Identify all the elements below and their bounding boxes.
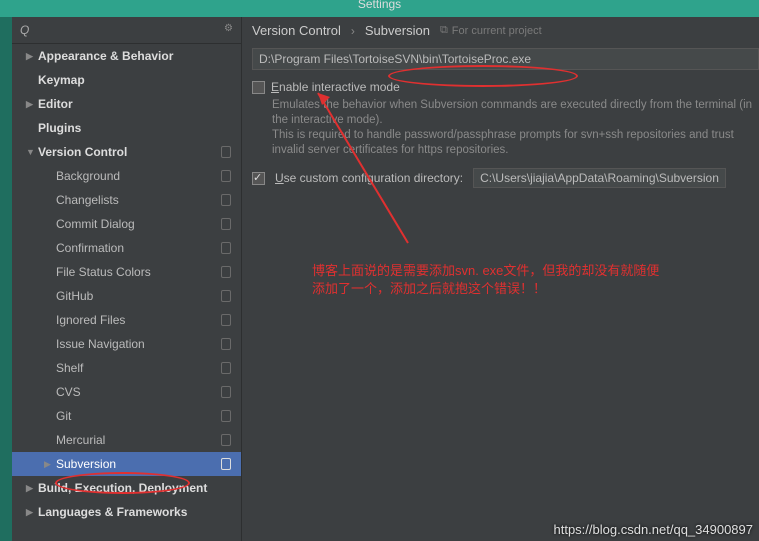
- expand-arrow-icon[interactable]: ▶: [26, 483, 33, 494]
- custom-config-row[interactable]: Use custom configuration directory: C:\U…: [252, 168, 759, 188]
- sidebar-item-label: Confirmation: [56, 241, 124, 255]
- scope-badge-icon: [221, 290, 231, 302]
- sidebar-item-cvs[interactable]: CVS: [12, 380, 241, 404]
- sidebar-item-label: Ignored Files: [56, 313, 125, 327]
- breadcrumb-sep: ›: [351, 24, 355, 38]
- sidebar-item-issue-navigation[interactable]: Issue Navigation: [12, 332, 241, 356]
- expand-arrow-icon[interactable]: ▼: [26, 147, 35, 157]
- left-gutter: [0, 17, 12, 541]
- help-text-2: This is required to handle password/pass…: [272, 128, 759, 158]
- help-text-1: Emulates the behavior when Subversion co…: [272, 98, 759, 128]
- sidebar-item-label: Languages & Frameworks: [38, 505, 187, 519]
- search-icon: [20, 23, 29, 37]
- sidebar-item-shelf[interactable]: Shelf: [12, 356, 241, 380]
- sidebar-item-label: Plugins: [38, 121, 81, 135]
- sidebar-item-keymap[interactable]: Keymap: [12, 68, 241, 92]
- gear-icon[interactable]: ⚙: [224, 23, 233, 34]
- expand-arrow-icon[interactable]: ▶: [26, 51, 33, 62]
- scope-badge-icon: [221, 458, 231, 470]
- breadcrumb-root[interactable]: Version Control: [252, 23, 341, 38]
- sidebar-item-label: Keymap: [38, 73, 85, 87]
- sidebar-item-editor[interactable]: ▶ Editor: [12, 92, 241, 116]
- sidebar-item-appearance-behavior[interactable]: ▶ Appearance & Behavior: [12, 44, 241, 68]
- scope-badge-icon: [221, 266, 231, 278]
- scope-badge-icon: [221, 410, 231, 422]
- content-area: ⚙ ▶ Appearance & Behavior Keymap ▶ Editor Plu…: [0, 17, 759, 541]
- sidebar-item-label: Subversion: [56, 457, 116, 471]
- enable-interactive-checkbox[interactable]: [252, 81, 265, 94]
- sidebar-item-label: Issue Navigation: [56, 337, 145, 351]
- sidebar-item-label: Commit Dialog: [56, 217, 135, 231]
- scope-badge-icon: [221, 146, 231, 158]
- scope-badge-icon: [221, 314, 231, 326]
- expand-arrow-icon[interactable]: ▶: [26, 99, 33, 110]
- scope-badge-icon: [221, 338, 231, 350]
- sidebar-item-changelists[interactable]: Changelists: [12, 188, 241, 212]
- scope-badge-icon: [221, 218, 231, 230]
- form: D:\Program Files\TortoiseSVN\bin\Tortois…: [252, 48, 759, 188]
- scope-label: ⧉ For current project: [440, 24, 542, 37]
- scope-badge-icon: [221, 194, 231, 206]
- scope-badge-icon: [221, 386, 231, 398]
- enable-interactive-label: Enable interactive mode: [271, 80, 400, 94]
- sidebar-item-build-execution-deployment[interactable]: ▶ Build, Execution, Deployment: [12, 476, 241, 500]
- window-title: Settings: [358, 0, 401, 9]
- sidebar-item-label: Background: [56, 169, 120, 183]
- scope-badge-icon: [221, 170, 231, 182]
- sidebar-item-file-status-colors[interactable]: File Status Colors: [12, 260, 241, 284]
- watermark: https://blog.csdn.net/qq_34900897: [554, 522, 754, 537]
- sidebar-item-github[interactable]: GitHub: [12, 284, 241, 308]
- sidebar-item-version-control[interactable]: ▼Version Control: [12, 140, 241, 164]
- sidebar-item-label: Editor: [38, 97, 73, 111]
- settings-tree: ▶ Appearance & Behavior Keymap ▶ Editor Plugi…: [12, 44, 241, 541]
- copy-icon: ⧉: [440, 24, 448, 37]
- search-row: ⚙: [12, 17, 241, 44]
- sidebar-item-ignored-files[interactable]: Ignored Files: [12, 308, 241, 332]
- title-bar: Settings: [0, 0, 759, 17]
- scope-badge-icon: [221, 242, 231, 254]
- enable-interactive-row[interactable]: Enable interactive mode: [252, 80, 759, 94]
- main-panel: Version Control › Subversion ⧉ For curre…: [242, 17, 759, 541]
- annotation-text: 博客上面说的是需要添加svn. exe文件，但我的却没有就随便 添加了一个，添加…: [312, 262, 742, 298]
- sidebar-item-label: Build, Execution, Deployment: [38, 481, 207, 495]
- search-input[interactable]: [33, 23, 203, 37]
- custom-config-checkbox[interactable]: [252, 172, 265, 185]
- sidebar-item-label: CVS: [56, 385, 81, 399]
- sidebar-item-confirmation[interactable]: Confirmation: [12, 236, 241, 260]
- sidebar-item-label: Version Control: [38, 145, 127, 159]
- scope-badge-icon: [221, 362, 231, 374]
- sidebar-item-languages-frameworks[interactable]: ▶ Languages & Frameworks: [12, 500, 241, 524]
- sidebar-item-mercurial[interactable]: Mercurial: [12, 428, 241, 452]
- sidebar-item-label: Shelf: [56, 361, 83, 375]
- expand-arrow-icon[interactable]: ▶: [44, 459, 51, 470]
- sidebar-item-subversion[interactable]: ▶ Subversion: [12, 452, 241, 476]
- sidebar-item-label: Git: [56, 409, 71, 423]
- sidebar-item-label: Changelists: [56, 193, 119, 207]
- svn-path-field[interactable]: D:\Program Files\TortoiseSVN\bin\Tortois…: [252, 48, 759, 70]
- sidebar-item-label: Mercurial: [56, 433, 105, 447]
- expand-arrow-icon[interactable]: ▶: [26, 507, 33, 518]
- breadcrumb: Version Control › Subversion ⧉ For curre…: [252, 23, 759, 38]
- sidebar-item-label: Appearance & Behavior: [38, 49, 173, 63]
- sidebar-item-label: GitHub: [56, 289, 93, 303]
- sidebar-item-plugins[interactable]: Plugins: [12, 116, 241, 140]
- scope-badge-icon: [221, 434, 231, 446]
- sidebar: ⚙ ▶ Appearance & Behavior Keymap ▶ Editor Plu…: [12, 17, 242, 541]
- sidebar-item-background[interactable]: Background: [12, 164, 241, 188]
- custom-config-label: Use custom configuration directory:: [275, 171, 463, 185]
- sidebar-item-commit-dialog[interactable]: Commit Dialog: [12, 212, 241, 236]
- sidebar-item-git[interactable]: Git: [12, 404, 241, 428]
- breadcrumb-leaf: Subversion: [365, 23, 430, 38]
- custom-config-field[interactable]: C:\Users\jiajia\AppData\Roaming\Subversi…: [473, 168, 726, 188]
- sidebar-item-label: File Status Colors: [56, 265, 151, 279]
